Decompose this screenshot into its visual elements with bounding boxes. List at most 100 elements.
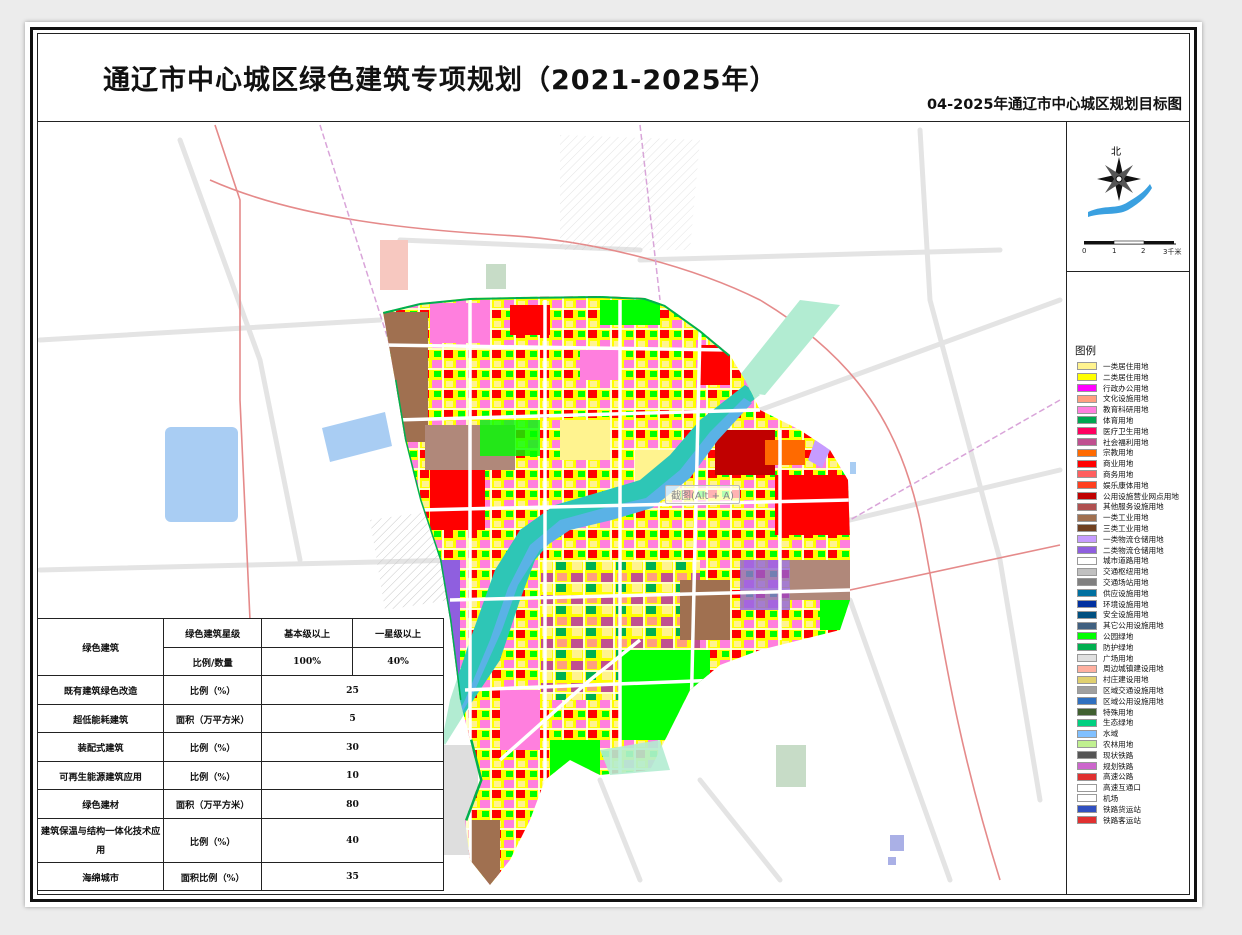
legend-title: 图例: [1075, 345, 1096, 357]
legend-label: 宗教用地: [1103, 448, 1134, 458]
legend-swatch: [1077, 643, 1097, 652]
legend-item: 一类工业用地: [1077, 512, 1149, 523]
legend-swatch: [1077, 751, 1097, 760]
legend-label: 商务用地: [1103, 469, 1134, 479]
target-name: 超低能耗建筑: [36, 704, 165, 733]
legend-swatch: [1077, 794, 1097, 803]
target-name: 既有建筑绿色改造: [36, 675, 165, 705]
legend-item: 公用设施营业网点用地: [1077, 491, 1179, 502]
legend-label: 教育科研用地: [1103, 405, 1149, 415]
legend-swatch: [1077, 470, 1097, 479]
target-measure: 面积比例（%）: [163, 862, 263, 891]
legend-item: 区域公用设施用地: [1077, 696, 1164, 707]
legend-swatch: [1077, 589, 1097, 598]
legend-swatch: [1077, 772, 1097, 781]
legend-item: 社会福利用地: [1077, 437, 1149, 448]
legend-item: 其他服务设施用地: [1077, 501, 1164, 512]
legend-item: 特殊用地: [1077, 707, 1133, 718]
legend-swatch: [1077, 535, 1097, 544]
target-value: 30: [261, 732, 444, 762]
legend-item: 城市道路用地: [1077, 555, 1149, 566]
legend-item: 周边城镇建设用地: [1077, 663, 1164, 674]
legend-swatch: [1077, 383, 1097, 392]
legend-item: 一类居住用地: [1077, 361, 1149, 372]
legend-label: 三类工业用地: [1103, 523, 1149, 533]
legend-label: 体育用地: [1103, 415, 1134, 425]
legend-item: 二类物流仓储用地: [1077, 545, 1164, 556]
legend-label: 铁路客运站: [1103, 815, 1141, 825]
legend-item: 供应设施用地: [1077, 588, 1149, 599]
target-name: 绿色建材: [36, 789, 165, 819]
legend-item: 商务用地: [1077, 469, 1133, 480]
map-subtitle: 04-2025年通辽市中心城区规划目标图: [926, 97, 1182, 113]
legend-swatch: [1077, 416, 1097, 425]
legend-label: 二类物流仓储用地: [1103, 545, 1164, 555]
legend-swatch: [1077, 675, 1097, 684]
legend-label: 水域: [1103, 729, 1119, 739]
legend-item: 一类物流仓储用地: [1077, 534, 1164, 545]
legend-swatch: [1077, 718, 1097, 727]
legend-item: 三类工业用地: [1077, 523, 1149, 534]
legend-swatch: [1077, 815, 1097, 824]
scale-tick-0: 0: [1082, 247, 1087, 255]
legend-item: 防护绿地: [1077, 642, 1133, 653]
legend-swatch: [1077, 567, 1097, 576]
legend-swatch: [1077, 783, 1097, 792]
target-value: 5: [261, 704, 444, 733]
target-value: 80: [261, 789, 444, 819]
level-a-value: 100%: [261, 647, 354, 676]
legend-label: 其他服务设施用地: [1103, 502, 1164, 512]
legend-item: 环境设施用地: [1077, 599, 1149, 610]
scale-tick-1: 1: [1112, 247, 1117, 255]
legend-swatch: [1077, 427, 1097, 436]
legend-label: 商业用地: [1103, 459, 1134, 469]
legend-label: 医疗卫生用地: [1103, 426, 1149, 436]
legend-label: 一类居住用地: [1103, 361, 1149, 371]
legend-swatch: [1077, 437, 1097, 446]
legend-item: 体育用地: [1077, 415, 1133, 426]
target-value: 35: [261, 862, 444, 891]
legend-swatch: [1077, 545, 1097, 554]
legend-swatch: [1077, 513, 1097, 522]
targets-table: 绿色建筑 绿色建筑星级 基本级以上 一星级以上 比例/数量 100% 40% 既…: [36, 618, 444, 891]
screenshot-watermark: 截图(Alt + A): [665, 485, 740, 504]
legend-item: 文化设施用地: [1077, 393, 1149, 404]
legend-swatch: [1077, 405, 1097, 414]
legend-label: 农林用地: [1103, 739, 1134, 749]
legend-label: 供应设施用地: [1103, 588, 1149, 598]
legend-item: 铁路货运站: [1077, 804, 1141, 815]
level-a-header: 基本级以上: [261, 618, 354, 648]
scale-tick-3: 3千米: [1163, 248, 1182, 256]
legend-label: 生态绿地: [1103, 718, 1134, 728]
legend-swatch: [1077, 491, 1097, 500]
level-b-value: 40%: [352, 647, 444, 676]
level-b-header: 一星级以上: [352, 618, 444, 648]
legend-label: 机场: [1103, 793, 1119, 803]
legend-item: 医疗卫生用地: [1077, 426, 1149, 437]
legend-swatch: [1077, 729, 1097, 738]
legend-swatch: [1077, 599, 1097, 608]
target-value: 40: [261, 818, 444, 863]
target-name: 建筑保温与结构一体化技术应用: [36, 818, 165, 863]
legend-swatch: [1077, 761, 1097, 770]
legend-item: 水域: [1077, 728, 1118, 739]
target-value: 10: [261, 761, 444, 790]
legend-label: 区域公用设施用地: [1103, 696, 1164, 706]
legend-item: 广场用地: [1077, 653, 1133, 664]
category-cell: 绿色建筑: [36, 618, 165, 676]
target-measure: 比例（%）: [163, 732, 263, 762]
legend-swatch: [1077, 653, 1097, 662]
legend-item: 机场: [1077, 793, 1118, 804]
legend-swatch: [1077, 373, 1097, 382]
legend-label: 公用设施营业网点用地: [1103, 491, 1179, 501]
target-measure: 比例（%）: [163, 761, 263, 790]
legend-swatch: [1077, 578, 1097, 587]
legend-swatch: [1077, 610, 1097, 619]
legend-label: 安全设施用地: [1103, 610, 1149, 620]
legend-label: 区域交通设施用地: [1103, 685, 1164, 695]
legend-label: 广场用地: [1103, 653, 1134, 663]
target-measure: 面积（万平方米）: [163, 789, 263, 819]
target-name: 装配式建筑: [36, 732, 165, 762]
legend-label: 高速互通口: [1103, 783, 1141, 793]
legend-swatch: [1077, 621, 1097, 630]
